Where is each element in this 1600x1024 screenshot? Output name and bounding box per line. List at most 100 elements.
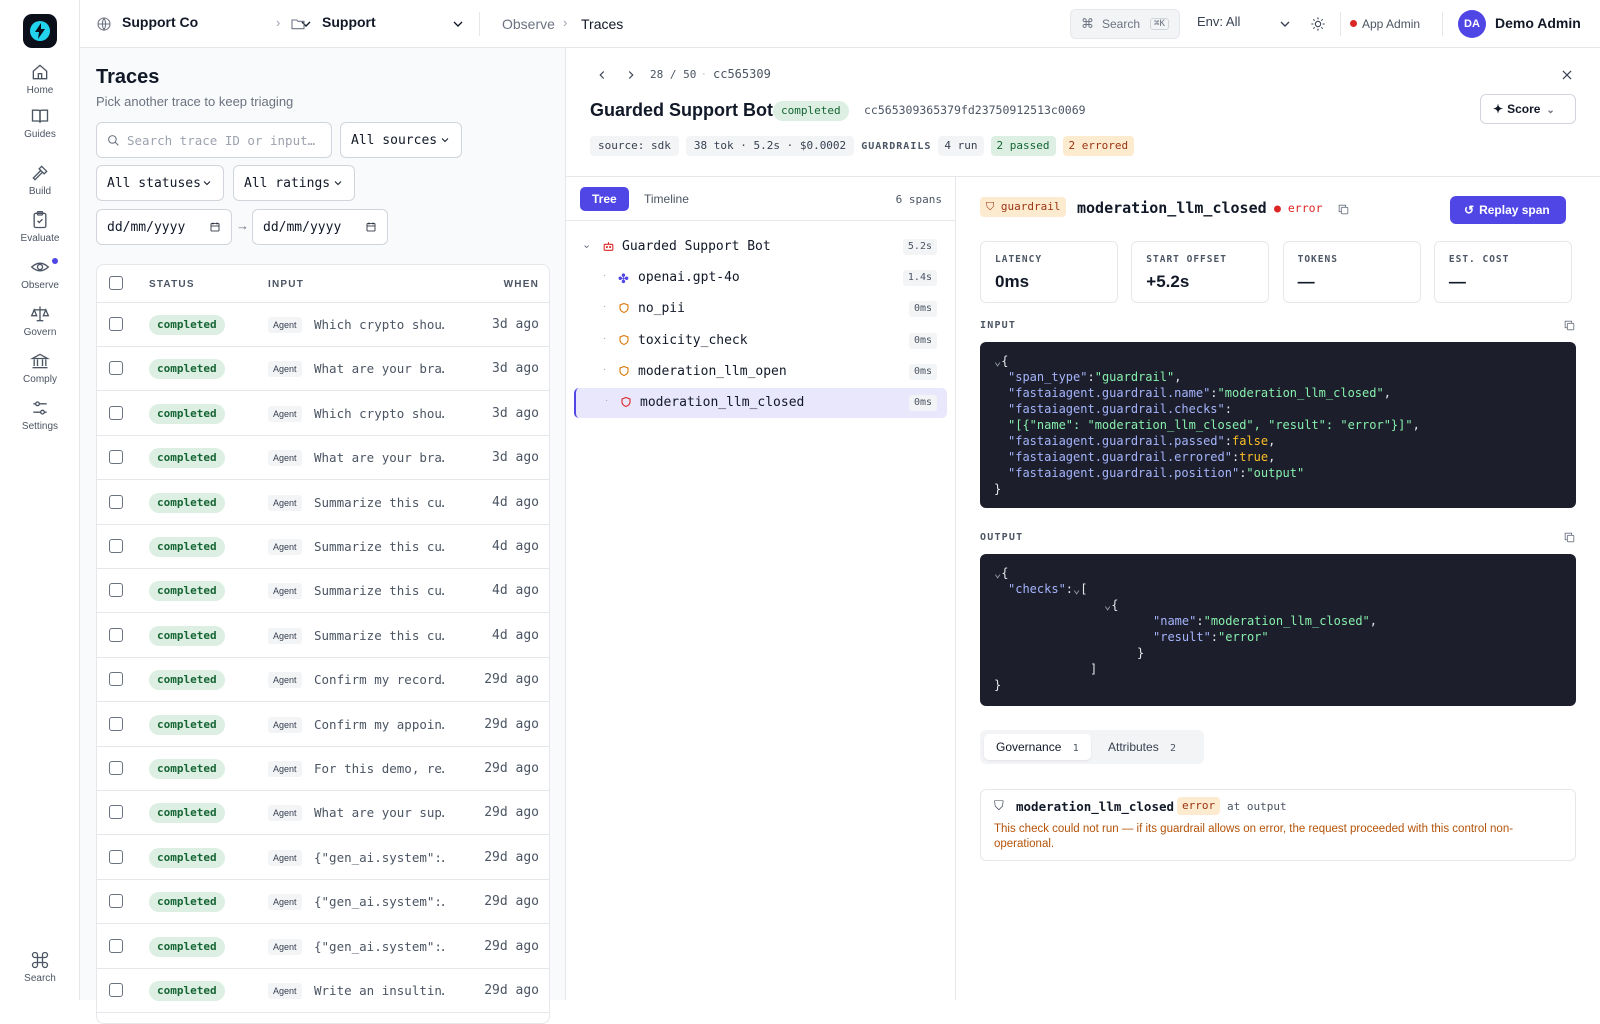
tree-dot: · [603, 363, 607, 375]
row-checkbox[interactable] [109, 983, 123, 997]
span-row-root[interactable]: ⌄ Guarded Support Bot 5.2s [574, 232, 947, 262]
output-json-viewer[interactable]: ⌄{ "checks":⌄[ ⌄{ "name":"moderation_llm… [980, 554, 1576, 706]
row-checkbox[interactable] [109, 450, 123, 465]
user-menu[interactable]: DA Demo Admin [1458, 10, 1590, 38]
sources-select[interactable]: All sources [340, 122, 462, 158]
copy-icon[interactable] [1337, 203, 1350, 216]
app-logo[interactable] [23, 14, 57, 48]
env-select[interactable]: Env: All [1197, 14, 1297, 34]
row-checkbox[interactable] [109, 716, 123, 731]
span-row[interactable]: · moderation_llm_open 0ms [574, 357, 947, 387]
row-checkbox[interactable] [109, 849, 123, 864]
status-badge: completed [149, 981, 225, 1001]
close-icon[interactable] [1560, 68, 1574, 82]
row-checkbox[interactable] [109, 761, 123, 775]
nav-settings[interactable]: Settings [0, 398, 80, 432]
row-checkbox[interactable] [109, 672, 123, 687]
table-row[interactable]: completed Agent Summarize this cu… 4d ago [97, 569, 549, 614]
table-row[interactable]: completed Agent Which crypto shou… 3d ago [97, 392, 549, 436]
table-row[interactable]: completed Agent What are your bra… 3d ago [97, 436, 549, 481]
metric-card: TOKENS — [1282, 241, 1421, 303]
row-input: What are your bra… [314, 361, 444, 377]
row-checkbox[interactable] [109, 317, 123, 331]
ratings-select[interactable]: All ratings [233, 165, 355, 201]
table-row[interactable]: completed Agent Summarize this cu… 4d ago [97, 614, 549, 658]
copy-icon[interactable] [1563, 319, 1576, 332]
span-name: no_pii [638, 301, 685, 317]
row-checkbox[interactable] [109, 361, 123, 376]
table-row[interactable]: completed Agent {"gen_ai.system":… 29d ago [97, 880, 549, 925]
row-input: Summarize this cu… [314, 539, 444, 554]
table-row[interactable]: completed Agent Write an insultin… 29d ago [97, 969, 549, 1013]
row-checkbox[interactable] [109, 894, 123, 909]
table-row[interactable]: completed Agent Confirm my record… 29d ago [97, 658, 549, 703]
env-label: Env: All [1197, 14, 1241, 29]
status-badge: completed [149, 359, 225, 380]
nav-home[interactable]: Home [0, 62, 80, 96]
global-search-button[interactable]: ⌘ Search ⌘K [1070, 9, 1180, 39]
span-duration: 5.2s [902, 239, 937, 255]
replay-span-button[interactable]: ↺ Replay span [1450, 196, 1566, 224]
row-checkbox[interactable] [109, 405, 123, 420]
table-row[interactable]: completed Agent {"gen_ai.system":… 29d ago [97, 925, 549, 969]
tab-tree[interactable]: Tree [580, 187, 629, 211]
table-row[interactable]: completed Agent Which crypto shou… 3d ago [97, 303, 549, 347]
nav-comply[interactable]: Comply [0, 351, 80, 385]
collapse-chevron-icon[interactable]: ⌄ [994, 566, 1001, 580]
table-row[interactable]: completed Agent What are your sup… 29d ago [97, 791, 549, 836]
tab-attributes[interactable]: Attributes 2 [1104, 734, 1180, 760]
column-when[interactable]: WHEN [504, 279, 539, 290]
span-row[interactable]: · no_pii 0ms [574, 294, 947, 324]
table-row[interactable]: completed Agent What are your bra… 3d ago [97, 347, 549, 392]
nav-search[interactable]: Search [0, 950, 80, 984]
org-switcher[interactable]: Support Co [122, 14, 311, 34]
project-switcher[interactable]: Support [322, 14, 472, 34]
input-json-viewer[interactable]: ⌄{ "span_type":"guardrail", "fastaiagent… [980, 342, 1576, 508]
prev-trace-button[interactable] [595, 68, 609, 82]
table-row[interactable]: completed Agent Confirm my appoin… 29d ago [97, 703, 549, 747]
span-row[interactable]: · moderation_llm_closed 0ms [574, 388, 947, 418]
row-checkbox[interactable] [109, 539, 123, 553]
table-row[interactable]: completed Agent {"gen_ai.system":… 29d ago [97, 836, 549, 880]
row-checkbox[interactable] [109, 627, 123, 642]
tab-governance[interactable]: Governance 1 [984, 734, 1091, 760]
trace-search-input[interactable]: Search trace ID or input… [96, 122, 332, 158]
span-row[interactable]: · ✤ openai.gpt-4o 1.4s [574, 263, 947, 293]
statuses-select[interactable]: All statuses [96, 165, 224, 201]
chevron-down-icon[interactable]: ⌄ [582, 238, 591, 251]
collapse-chevron-icon[interactable]: ⌄ [994, 354, 1001, 368]
table-row[interactable]: completed Agent Summarize this cu… 4d ago [97, 525, 549, 569]
json-guardrail-passed: false [1231, 434, 1269, 448]
nav-observe[interactable]: Observe [0, 257, 80, 291]
span-row[interactable]: · toxicity_check 0ms [574, 326, 947, 356]
status-badge: completed [149, 936, 225, 957]
tab-timeline[interactable]: Timeline [644, 192, 689, 206]
breadcrumb-traces: Traces [581, 16, 624, 32]
row-checkbox[interactable] [109, 583, 123, 598]
nav-guides[interactable]: Guides [0, 106, 80, 140]
score-button[interactable]: ✦ Score ⌄ [1480, 94, 1576, 124]
select-all-checkbox[interactable] [109, 276, 123, 290]
divider [1340, 12, 1341, 36]
next-trace-button[interactable] [624, 68, 638, 82]
row-checkbox[interactable] [109, 938, 123, 953]
row-checkbox[interactable] [109, 494, 123, 509]
column-status[interactable]: STATUS [149, 279, 195, 290]
collapse-chevron-icon[interactable]: ⌄ [1073, 582, 1080, 596]
date-to-input[interactable]: dd/mm/yyyy [252, 209, 388, 245]
table-row[interactable]: completed Agent For this demo, re… 29d ago [97, 747, 549, 791]
span-name: moderation_llm_closed [1077, 199, 1267, 217]
nav-home-label: Home [26, 85, 54, 96]
breadcrumb-observe[interactable]: Observe [502, 16, 555, 32]
nav-guides-label: Guides [24, 129, 56, 140]
nav-evaluate[interactable]: Evaluate [0, 210, 80, 244]
nav-govern[interactable]: Govern [0, 304, 80, 338]
sun-icon[interactable] [1310, 16, 1326, 32]
nav-build[interactable]: Build [0, 163, 80, 197]
date-from-input[interactable]: dd/mm/yyyy [96, 209, 232, 245]
table-row[interactable]: completed Agent Summarize this cu… 4d ago [97, 481, 549, 525]
collapse-chevron-icon[interactable]: ⌄ [1104, 598, 1111, 612]
copy-icon[interactable] [1563, 531, 1576, 544]
column-input[interactable]: INPUT [268, 279, 304, 290]
row-checkbox[interactable] [109, 805, 123, 820]
